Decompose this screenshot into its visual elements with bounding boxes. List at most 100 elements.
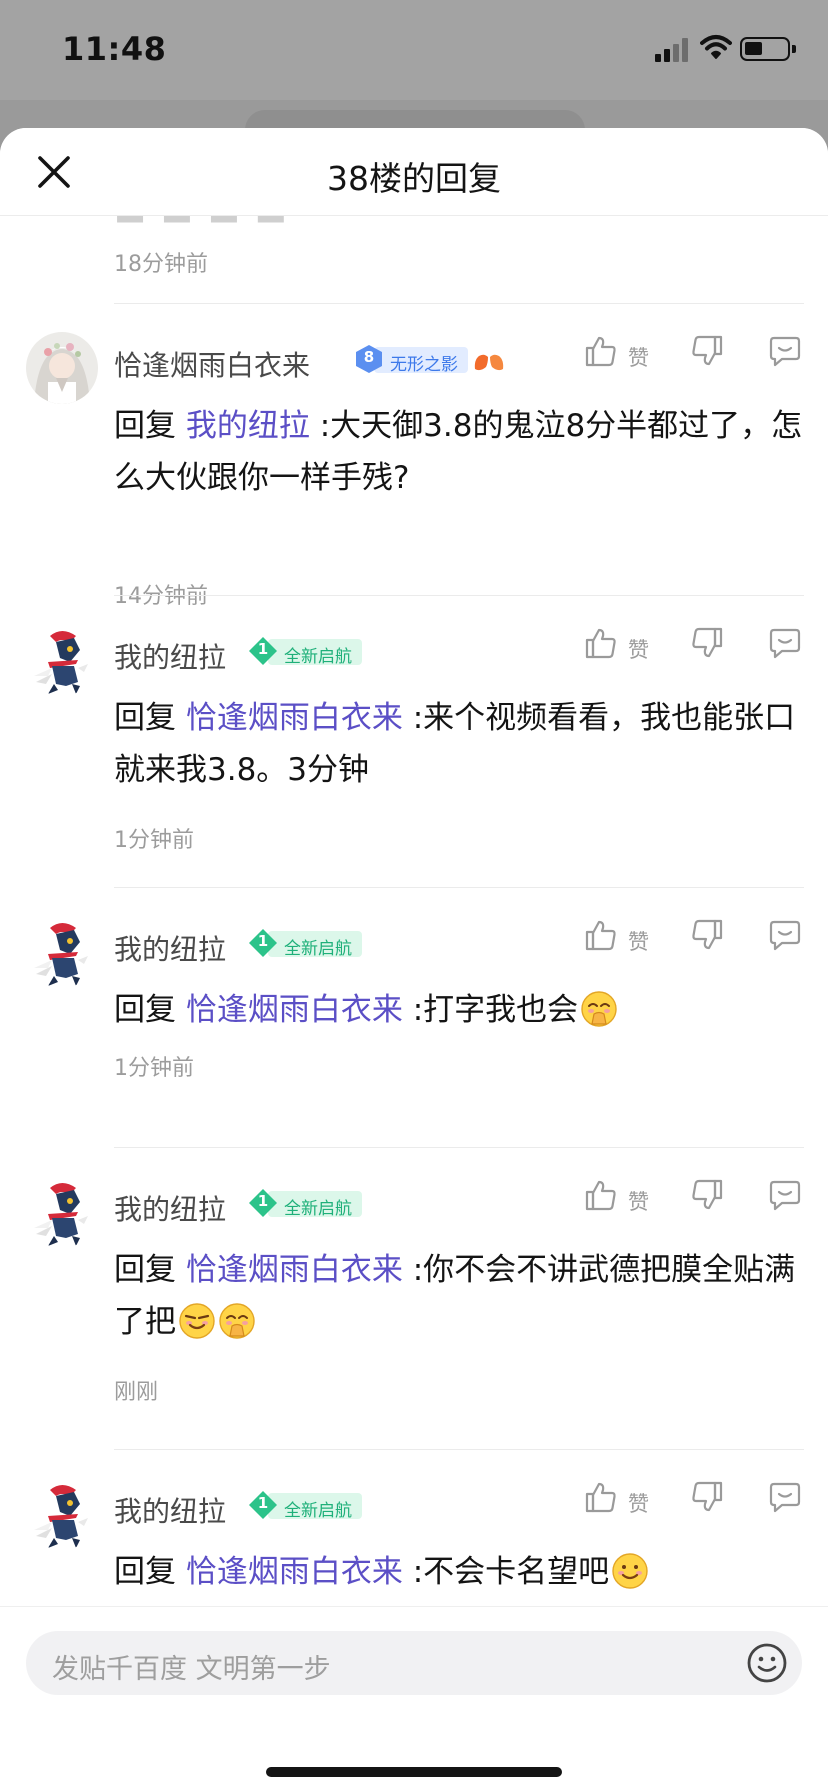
comment-bubble-icon (768, 628, 802, 664)
reply-content: :不会卡名望吧 (402, 1554, 610, 1590)
mention-link[interactable]: 恰逢烟雨白衣来 (186, 992, 403, 1028)
reply-text: 回复 恰逢烟雨白衣来 :打字我也会 (114, 984, 804, 1036)
comment-time: 刚刚 (114, 1380, 159, 1405)
like-button[interactable]: 赞 (584, 334, 649, 372)
mention-link[interactable]: 恰逢烟雨白衣来 (186, 1554, 403, 1590)
reply-text: 回复 恰逢烟雨白衣来 :来个视频看看，我也能张口就来我3.8。3分钟 (114, 692, 804, 796)
thumbs-down-icon (690, 335, 724, 372)
dislike-button[interactable] (690, 334, 724, 372)
thumbs-down-icon (690, 1179, 724, 1216)
level-number: 1 (257, 640, 269, 658)
author-name[interactable]: 我的纽拉 (114, 928, 226, 968)
shy-laugh-emoji (581, 991, 617, 1027)
level-badge: 全新启航 1 (248, 636, 378, 667)
level-icon: 1 (248, 1490, 278, 1520)
smile-emoji (612, 1553, 648, 1589)
reply-button[interactable] (768, 918, 802, 956)
reply-list[interactable]: ▬ ▬ ▬ ▬ 18分钟前 恰逢烟雨白衣来无形之影8赞回复 我的纽拉 :大天御3… (0, 216, 828, 1734)
mention-link[interactable]: 恰逢烟雨白衣来 (186, 700, 403, 736)
level-icon: 8 (354, 344, 384, 374)
reply-prefix: 回复 (114, 700, 186, 736)
like-label: 赞 (628, 346, 649, 370)
level-badge: 无形之影 8 (354, 344, 484, 375)
status-time: 11:48 (62, 30, 167, 68)
level-number: 8 (363, 348, 375, 366)
previous-comment-tail: ▬ ▬ ▬ ▬ 18分钟前 (114, 216, 804, 304)
author-name[interactable]: 我的纽拉 (114, 1490, 226, 1530)
wifi-icon (700, 35, 732, 59)
level-title: 全新启航 (268, 931, 362, 959)
smug-emoji (179, 1303, 215, 1339)
reply-content: :打字我也会 (402, 992, 579, 1028)
author-name[interactable]: 我的纽拉 (114, 636, 226, 676)
level-title: 全新启航 (268, 1191, 362, 1219)
dislike-button[interactable] (690, 626, 724, 664)
replies-sheet: 38楼的回复 ▬ ▬ ▬ ▬ 18分钟前 恰逢烟雨白衣来无形之影8赞回复 我的纽… (0, 128, 828, 1792)
comment-bubble-icon (768, 336, 802, 372)
reply-button[interactable] (768, 1480, 802, 1518)
input-bar: 发贴千百度 文明第一步 (0, 1606, 828, 1792)
sheet-header: 38楼的回复 (0, 128, 828, 216)
mention-link[interactable]: 我的纽拉 (186, 408, 310, 444)
like-label: 赞 (628, 1190, 649, 1214)
level-title: 全新启航 (268, 639, 362, 667)
emoji-button-icon[interactable] (746, 1642, 788, 1684)
reply-item[interactable]: 我的纽拉 全新启航 1 赞回复 恰逢烟雨白衣来 :你不会不讲武德把膜全贴满了把 刚刚 (0, 1148, 828, 1450)
level-title: 无形之影 (374, 347, 468, 375)
user-avatar[interactable] (26, 332, 98, 404)
author-name[interactable]: 我的纽拉 (114, 1188, 226, 1228)
user-avatar[interactable] (26, 1176, 98, 1248)
reply-item[interactable]: 我的纽拉 全新启航 1 赞回复 恰逢烟雨白衣来 :打字我也会 1分钟前 (0, 888, 828, 1148)
reply-actions: 赞 (584, 626, 804, 666)
reply-actions: 赞 (584, 334, 804, 374)
reply-actions: 赞 (584, 1480, 804, 1520)
mention-link[interactable]: 恰逢烟雨白衣来 (186, 1252, 403, 1288)
level-badge: 全新启航 1 (248, 1490, 378, 1521)
reply-text: 回复 恰逢烟雨白衣来 :你不会不讲武德把膜全贴满了把 (114, 1244, 804, 1348)
thumbs-up-icon (584, 1482, 618, 1518)
dislike-button[interactable] (690, 1480, 724, 1518)
reply-input-placeholder: 发贴千百度 文明第一步 (52, 1654, 331, 1685)
thumbs-up-icon (584, 628, 618, 664)
like-label: 赞 (628, 638, 649, 662)
author-name[interactable]: 恰逢烟雨白衣来 (114, 344, 310, 384)
reply-item[interactable]: 恰逢烟雨白衣来 无形之影 8 赞回复 我的纽拉 :大天御3.8的鬼泣8分半都过了，怎么… (0, 304, 828, 609)
comment-time: 1分钟前 (114, 1056, 194, 1081)
thumbs-down-icon (690, 919, 724, 956)
reply-item[interactable]: 我的纽拉 全新启航 1 赞回复 恰逢烟雨白衣来 :来个视频看看，我也能张口就来我3.8… (0, 596, 828, 888)
battery-icon (740, 37, 796, 61)
like-button[interactable]: 赞 (584, 626, 649, 664)
reply-prefix: 回复 (114, 1252, 186, 1288)
comment-time: 18分钟前 (114, 252, 208, 277)
user-avatar[interactable] (26, 1478, 98, 1550)
cellular-signal-icon (655, 38, 689, 62)
dislike-button[interactable] (690, 1178, 724, 1216)
like-button[interactable]: 赞 (584, 1178, 649, 1216)
reply-text: 回复 恰逢烟雨白衣来 :不会卡名望吧 (114, 1546, 804, 1598)
user-avatar[interactable] (26, 916, 98, 988)
comment-bubble-icon (768, 920, 802, 956)
level-badge: 全新启航 1 (248, 1188, 378, 1219)
reply-button[interactable] (768, 1178, 802, 1216)
thumbs-up-icon (584, 1180, 618, 1216)
user-avatar[interactable] (26, 624, 98, 696)
lung-decoration-icon (472, 347, 506, 377)
home-indicator (266, 1767, 562, 1777)
level-title: 全新启航 (268, 1493, 362, 1521)
like-button[interactable]: 赞 (584, 1480, 649, 1518)
like-label: 赞 (628, 930, 649, 954)
reply-input[interactable]: 发贴千百度 文明第一步 (26, 1631, 802, 1695)
dislike-button[interactable] (690, 918, 724, 956)
reply-button[interactable] (768, 334, 802, 372)
shy-laugh-emoji (219, 1303, 255, 1339)
level-icon: 1 (248, 636, 278, 666)
thumbs-up-icon (584, 336, 618, 372)
thumbs-up-icon (584, 920, 618, 956)
thumbs-down-icon (690, 1481, 724, 1518)
reply-button[interactable] (768, 626, 802, 664)
reply-actions: 赞 (584, 918, 804, 958)
like-button[interactable]: 赞 (584, 918, 649, 956)
reply-prefix: 回复 (114, 408, 186, 444)
sheet-title: 38楼的回复 (327, 159, 501, 198)
level-number: 1 (257, 1192, 269, 1210)
